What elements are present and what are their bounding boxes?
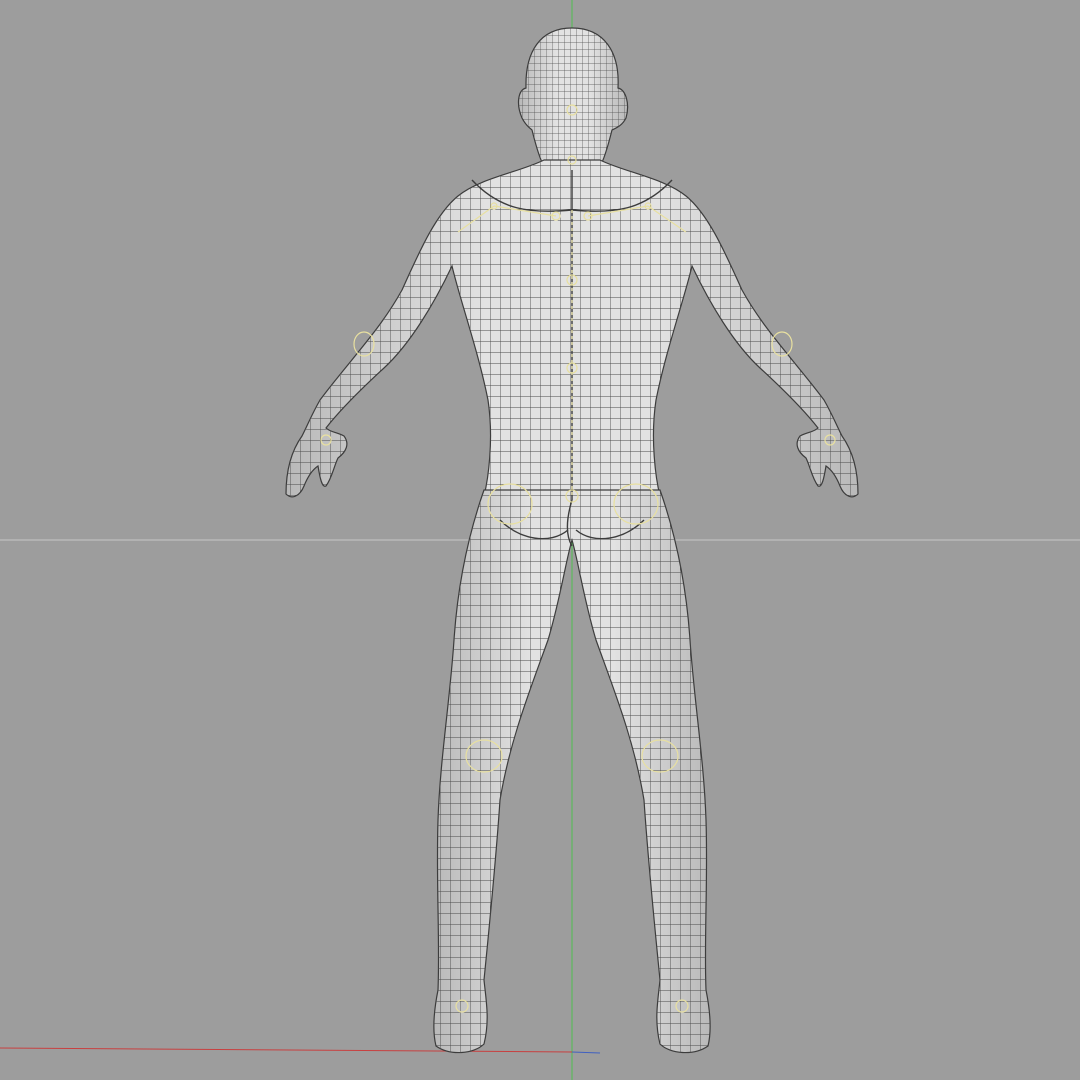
3d-viewport[interactable] <box>0 0 1080 1080</box>
x-axis-line <box>0 1047 573 1053</box>
axis-origin-tick <box>571 1051 601 1054</box>
viewport-scene[interactable] <box>0 0 1080 1080</box>
